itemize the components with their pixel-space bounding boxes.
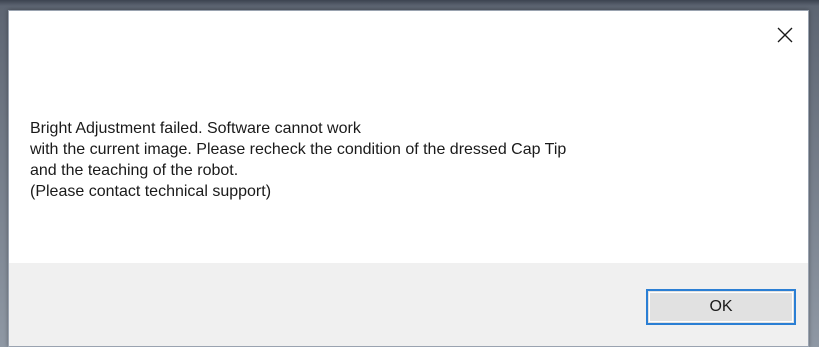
message-line: Bright Adjustment failed. Software canno… — [30, 120, 361, 137]
message-line: (Please contact technical support) — [30, 183, 272, 200]
close-button[interactable] — [762, 11, 808, 59]
dialog-footer: OK — [9, 263, 808, 346]
message-line: with the current image. Please recheck t… — [30, 141, 567, 158]
close-icon — [777, 27, 793, 43]
dialog-message: Bright Adjustment failed. Software canno… — [30, 118, 770, 202]
ok-button[interactable]: OK — [646, 289, 796, 325]
message-box-dialog: Bright Adjustment failed. Software canno… — [8, 10, 809, 347]
ok-button-label: OK — [709, 298, 733, 315]
message-line: and the teaching of the robot. — [30, 162, 239, 179]
